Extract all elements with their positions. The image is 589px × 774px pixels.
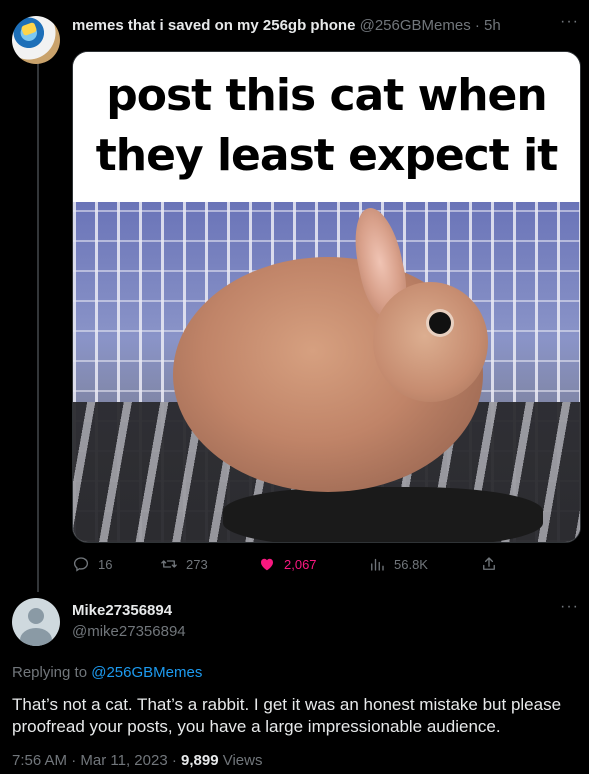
replying-to: Replying to @256GBMemes	[12, 664, 202, 681]
rabbit-eye	[429, 312, 451, 334]
replying-to-handle[interactable]: @256GBMemes	[91, 664, 202, 681]
reply-icon	[73, 557, 89, 572]
share-button[interactable]	[480, 553, 498, 575]
reply-button[interactable]: 16	[72, 553, 112, 575]
meta-separator: ·	[71, 752, 77, 769]
reply-author-handle[interactable]: @mike27356894	[72, 623, 186, 640]
more-icon[interactable]: ···	[560, 13, 579, 31]
like-count: 2,067	[284, 556, 317, 572]
views-count: 56.8K	[394, 556, 428, 572]
replying-to-label: Replying to	[12, 664, 88, 681]
reply-time[interactable]: 7:56 AM	[12, 752, 67, 769]
reply-author-name[interactable]: Mike27356894	[72, 602, 172, 619]
views-button[interactable]: 56.8K	[368, 553, 428, 575]
reply-text: That’s not a cat. That’s a rabbit. I get…	[12, 695, 562, 736]
reply-more-icon[interactable]: ···	[560, 598, 579, 616]
reply-views-label: Views	[222, 752, 263, 769]
like-button[interactable]: 2,067	[258, 553, 317, 575]
meme-caption-line1: post this cat when	[106, 70, 547, 121]
reply-views-count: 9,899	[181, 752, 219, 769]
tweet-time[interactable]: 5h	[484, 17, 501, 34]
views-icon	[371, 558, 384, 571]
thread-connector-line	[37, 60, 39, 592]
tweet-media-image[interactable]: post this cat when they least expect it	[72, 51, 581, 543]
reply-author-avatar[interactable]	[12, 598, 60, 646]
author-avatar[interactable]	[12, 16, 60, 64]
rabbit-shadow	[223, 487, 543, 542]
reply-meta: 7:56 AM · Mar 11, 2023 · 9,899 Views	[12, 752, 262, 769]
meme-caption-line2: they least expect it	[95, 130, 558, 181]
retweet-button[interactable]: 273	[160, 553, 208, 575]
author-handle[interactable]: @256GBMemes	[360, 17, 471, 34]
reply-date[interactable]: Mar 11, 2023	[80, 752, 167, 769]
like-icon	[261, 558, 273, 571]
retweet-icon	[161, 560, 177, 568]
meme-caption: post this cat when they least expect it	[73, 52, 580, 202]
tweet-actions: 16 273 2,067 56.8K	[72, 553, 502, 575]
header-separator: ·	[474, 17, 480, 34]
rabbit-head	[373, 282, 488, 402]
retweet-count: 273	[186, 556, 208, 572]
rabbit-photo	[73, 202, 580, 542]
reply-count: 16	[98, 556, 113, 572]
tweet-header: memes that i saved on my 256gb phone @25…	[72, 17, 501, 34]
author-name[interactable]: memes that i saved on my 256gb phone	[72, 17, 355, 34]
share-icon	[483, 557, 495, 570]
meta-separator-2: ·	[171, 752, 177, 769]
